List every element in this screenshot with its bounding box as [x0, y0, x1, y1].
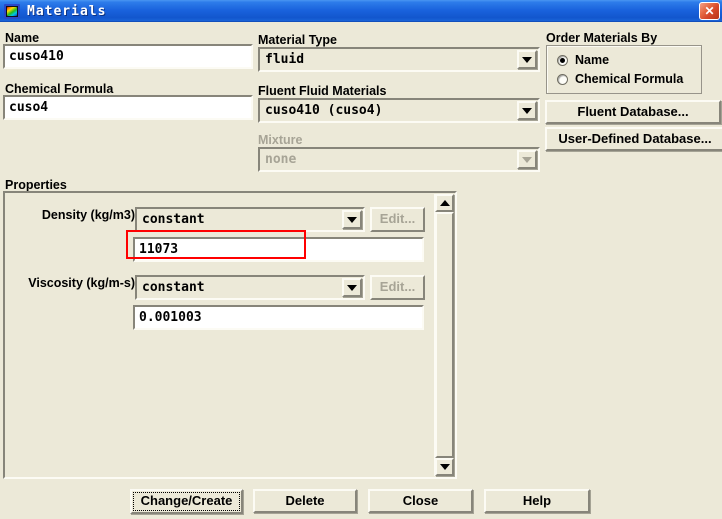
change-create-button[interactable]: Change/Create	[130, 489, 243, 514]
fluent-fluid-materials-select[interactable]: cuso410 (cuso4)	[258, 98, 540, 123]
order-materials-by-label: Order Materials By	[546, 31, 658, 45]
density-method-value: constant	[142, 212, 205, 227]
material-type-dropdown-button[interactable]	[517, 50, 537, 69]
fluent-fluid-materials-label: Fluent Fluid Materials	[258, 84, 387, 98]
fluent-fluid-materials-value: cuso410 (cuso4)	[265, 103, 383, 118]
viscosity-value-input[interactable]: 0.001003	[133, 305, 424, 330]
name-input[interactable]: cuso410	[3, 44, 253, 69]
properties-panel: Density (kg/m3) constant Edit... 11073 V…	[3, 191, 457, 479]
delete-button[interactable]: Delete	[253, 489, 357, 513]
properties-scrollbar[interactable]	[434, 194, 454, 476]
chemical-formula-input[interactable]: cuso4	[3, 95, 253, 120]
mixture-label: Mixture	[258, 133, 303, 147]
user-defined-database-button[interactable]: User-Defined Database...	[545, 127, 722, 151]
viscosity-method-select[interactable]: constant	[135, 275, 365, 300]
name-label: Name	[5, 31, 40, 45]
mixture-dropdown-button	[517, 150, 537, 169]
density-value-input[interactable]: 11073	[133, 237, 424, 262]
help-button[interactable]: Help	[484, 489, 590, 513]
order-materials-by-group: Name Chemical Formula	[546, 45, 702, 94]
material-type-select[interactable]: fluid	[258, 47, 540, 72]
viscosity-dropdown-button[interactable]	[342, 278, 362, 297]
fluent-database-button[interactable]: Fluent Database...	[545, 100, 721, 124]
mixture-value: none	[265, 152, 297, 167]
scroll-up-button[interactable]	[435, 194, 454, 212]
chevron-down-icon	[522, 56, 532, 63]
density-edit-button: Edit...	[370, 207, 425, 232]
density-method-select[interactable]: constant	[135, 207, 365, 232]
radio-selected-icon	[557, 54, 568, 66]
scrollbar-thumb[interactable]	[435, 212, 454, 458]
chevron-down-icon	[347, 284, 357, 291]
chevron-down-icon	[522, 107, 532, 114]
viscosity-method-value: constant	[142, 280, 205, 295]
materials-dialog: Materials ✕ Name cuso410 Chemical Formul…	[0, 0, 722, 519]
window-title: Materials	[27, 3, 107, 19]
scroll-down-icon	[439, 464, 450, 470]
radio-order-by-chemical-formula[interactable]: Chemical Formula	[557, 72, 683, 86]
density-dropdown-button[interactable]	[342, 210, 362, 229]
density-label: Density (kg/m3)	[41, 208, 135, 222]
scroll-down-button[interactable]	[435, 458, 454, 476]
radio-chemical-formula-label: Chemical Formula	[575, 72, 684, 86]
material-type-value: fluid	[265, 52, 305, 67]
title-bar[interactable]: Materials ✕	[0, 0, 722, 22]
scroll-up-icon	[439, 200, 450, 206]
radio-order-by-name[interactable]: Name	[557, 53, 609, 67]
fluent-fluid-materials-dropdown-button[interactable]	[517, 101, 537, 120]
radio-name-label: Name	[575, 53, 610, 67]
properties-label: Properties	[5, 178, 67, 192]
fluent-app-icon	[4, 3, 20, 19]
chevron-down-icon	[347, 216, 357, 223]
mixture-select: none	[258, 147, 540, 172]
viscosity-label: Viscosity (kg/m-s)	[28, 276, 135, 290]
radio-unselected-icon	[557, 73, 568, 85]
viscosity-edit-button: Edit...	[370, 275, 425, 300]
material-type-label: Material Type	[258, 33, 337, 47]
close-icon[interactable]: ✕	[699, 2, 720, 20]
close-button[interactable]: Close	[368, 489, 473, 513]
chevron-down-icon	[522, 156, 532, 163]
chemical-formula-label: Chemical Formula	[5, 82, 114, 96]
